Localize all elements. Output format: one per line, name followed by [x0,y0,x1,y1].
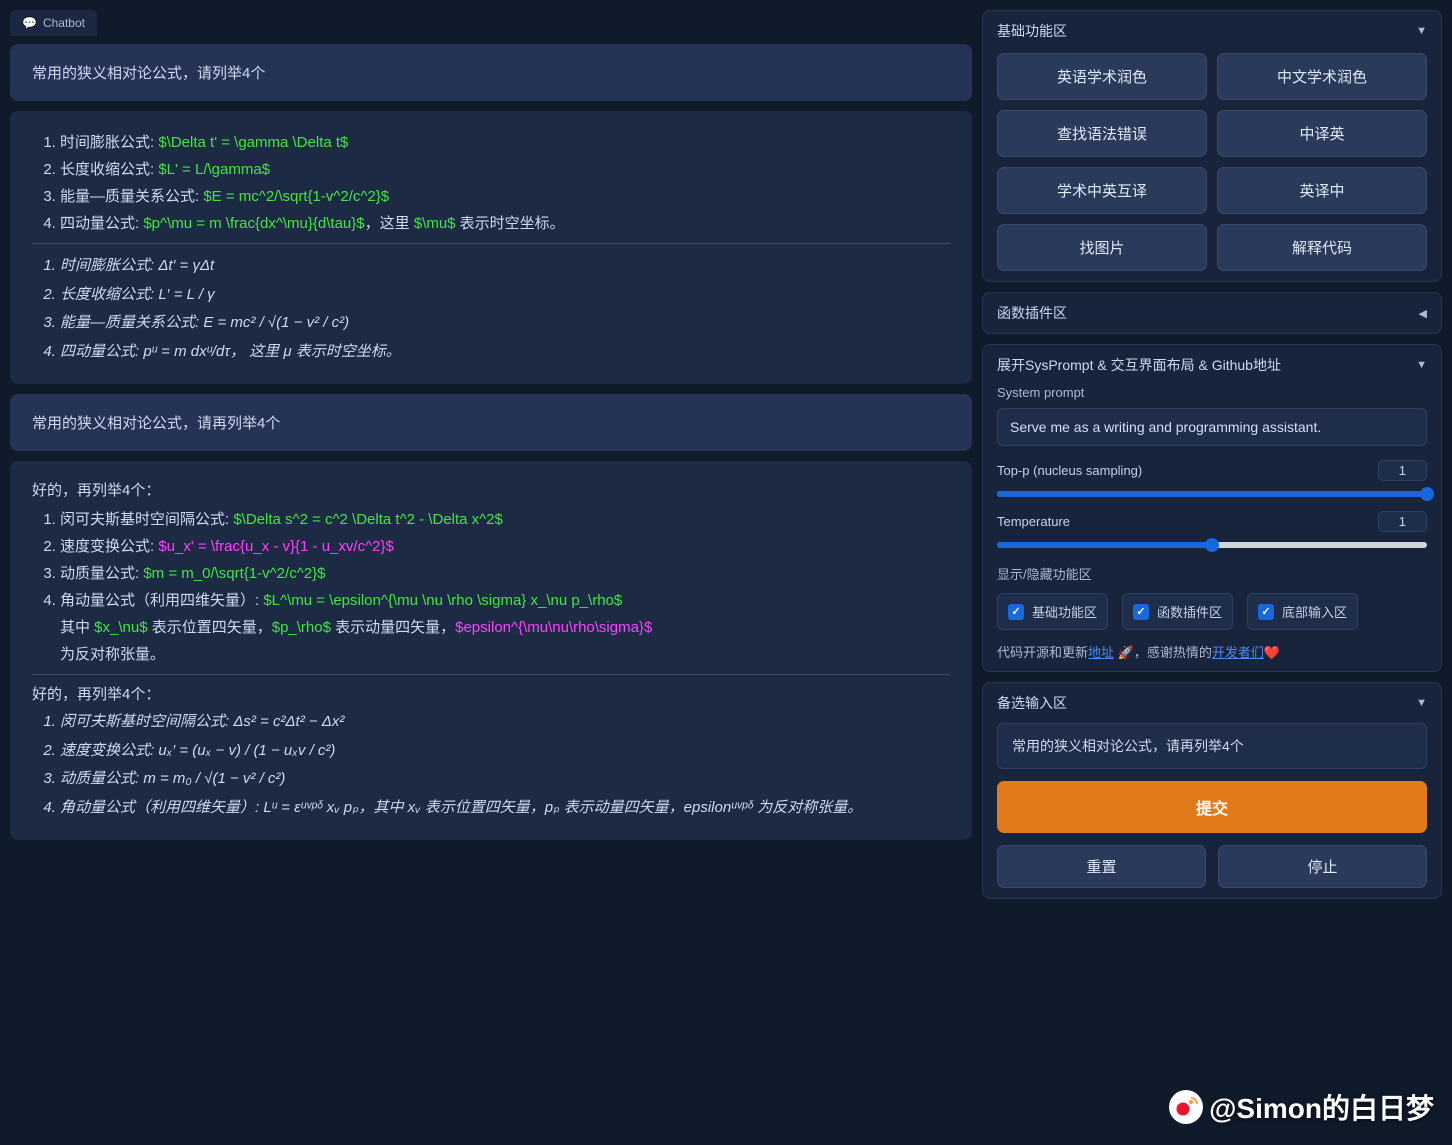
stop-button[interactable]: 停止 [1218,845,1427,888]
message-icon: 💬 [22,16,37,30]
repo-link[interactable]: 地址 [1088,645,1114,660]
basic-panel-head[interactable]: 基础功能区▼ [997,21,1427,41]
basic-panel: 基础功能区▼ 英语学术润色中文学术润色查找语法错误中译英学术中英互译英译中找图片… [982,10,1442,282]
chevron-down-icon: ▼ [1416,697,1427,709]
basic-btn-1[interactable]: 中文学术润色 [1217,53,1427,100]
credit-text: 代码开源和更新地址 🚀，感谢热情的开发者们❤️ [997,642,1427,661]
weibo-icon [1169,1090,1203,1124]
assistant-message-2: 好的，再列举4个： 闵可夫斯基时空间隔公式: $\Delta s^2 = c^2… [10,461,972,840]
basic-btn-2[interactable]: 查找语法错误 [997,110,1207,157]
toggle-1[interactable]: ✓函数插件区 [1122,593,1233,630]
temp-value[interactable]: 1 [1378,511,1427,532]
advanced-panel-head[interactable]: 展开SysPrompt & 交互界面布局 & Github地址▼ [997,355,1427,375]
alt-input-field[interactable]: 常用的狭义相对论公式，请再列举4个 [997,723,1427,769]
alt-input-panel: 备选输入区▼ 常用的狭义相对论公式，请再列举4个 提交 重置 停止 [982,682,1442,899]
checkbox-icon: ✓ [1258,604,1274,620]
basic-btn-0[interactable]: 英语学术润色 [997,53,1207,100]
toggle-section-label: 显示/隐藏功能区 [997,564,1427,583]
topp-track[interactable] [997,491,1427,497]
sysprompt-input[interactable]: Serve me as a writing and programming as… [997,408,1427,446]
temp-slider: Temperature 1 [997,511,1427,548]
watermark: @Simon的白日梦 [1169,1087,1434,1127]
basic-btn-7[interactable]: 解释代码 [1217,224,1427,271]
user-message-2: 常用的狭义相对论公式，请再列举4个 [10,394,972,451]
chevron-down-icon: ▼ [1416,25,1427,37]
checkbox-icon: ✓ [1133,604,1149,620]
reset-button[interactable]: 重置 [997,845,1206,888]
assistant-message-1: 时间膨胀公式: $\Delta t' = \gamma \Delta t$ 长度… [10,111,972,384]
basic-btn-6[interactable]: 找图片 [997,224,1207,271]
user-message-1: 常用的狭义相对论公式，请列举4个 [10,44,972,101]
toggle-2[interactable]: ✓底部输入区 [1247,593,1358,630]
tab-label: Chatbot [43,16,85,30]
submit-button[interactable]: 提交 [997,781,1427,833]
checkbox-icon: ✓ [1008,604,1024,620]
plugins-panel-head[interactable]: 函数插件区◀ [997,303,1427,323]
chatbot-tab[interactable]: 💬 Chatbot [10,10,97,36]
contrib-link[interactable]: 开发者们 [1212,645,1264,660]
basic-btn-5[interactable]: 英译中 [1217,167,1427,214]
chevron-down-icon: ▼ [1416,359,1427,371]
alt-input-head[interactable]: 备选输入区▼ [997,693,1427,713]
topp-slider: Top-p (nucleus sampling) 1 [997,460,1427,497]
toggle-0[interactable]: ✓基础功能区 [997,593,1108,630]
topp-value[interactable]: 1 [1378,460,1427,481]
temp-track[interactable] [997,542,1427,548]
advanced-panel: 展开SysPrompt & 交互界面布局 & Github地址▼ System … [982,344,1442,672]
plugins-panel: 函数插件区◀ [982,292,1442,334]
temp-label: Temperature [997,514,1070,529]
topp-label: Top-p (nucleus sampling) [997,463,1142,478]
sysprompt-label: System prompt [997,385,1427,400]
basic-btn-4[interactable]: 学术中英互译 [997,167,1207,214]
chevron-left-icon: ◀ [1419,307,1427,320]
basic-btn-3[interactable]: 中译英 [1217,110,1427,157]
